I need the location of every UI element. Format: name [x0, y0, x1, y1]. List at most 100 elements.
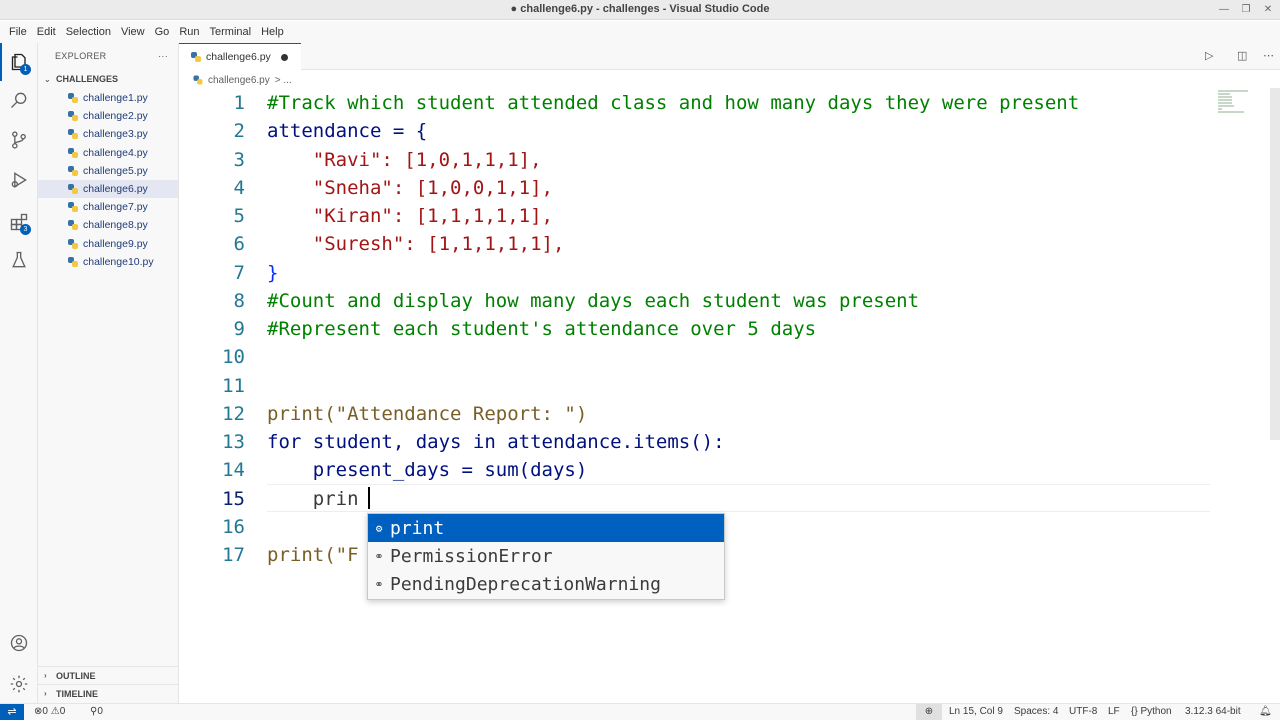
suggestion-label: PermissionError — [390, 545, 553, 567]
menu-file[interactable]: File — [4, 26, 32, 38]
chevron-right-icon: › — [44, 689, 47, 698]
file-item[interactable]: challenge2.py — [38, 107, 178, 125]
more-actions-icon[interactable]: ⋯ — [1263, 49, 1274, 62]
run-debug-icon[interactable] — [0, 161, 38, 199]
maximize-button[interactable]: ❐ — [1238, 2, 1254, 18]
code-line: 10 — [179, 343, 1280, 371]
file-label: challenge8.py — [83, 219, 148, 232]
braces-icon: {} — [1131, 706, 1138, 717]
file-item[interactable]: challenge1.py — [38, 89, 178, 107]
cursor-position[interactable]: Ln 15, Col 9 — [949, 706, 1003, 717]
code-text: #Count and display how many days each st… — [267, 289, 920, 312]
file-label: challenge6.py — [83, 183, 148, 196]
code-editor[interactable]: 1 #Track which student attended class and… — [179, 88, 1280, 703]
warning-icon: ⚠ — [50, 706, 60, 717]
file-label: challenge5.py — [83, 164, 148, 177]
breadcrumb-file[interactable]: challenge6.py — [208, 75, 270, 86]
title-bar: ● challenge6.py - challenges - Visual St… — [0, 0, 1280, 20]
breadcrumb-rest[interactable]: > ... — [275, 75, 292, 86]
menu-bar: File Edit Selection View Go Run Terminal… — [0, 21, 1280, 43]
code-line: 13 for student, days in attendance.items(… — [179, 428, 1280, 456]
problems-status[interactable]: ⊗0 ⚠0 — [34, 706, 65, 717]
code-text: prin — [267, 487, 359, 510]
code-line: 11 — [179, 372, 1280, 400]
folder-challenges[interactable]: ⌄ CHALLENGES — [38, 69, 178, 89]
notifications-bell-icon[interactable]: 🔔︎ — [1259, 706, 1272, 717]
eol-status[interactable]: LF — [1108, 706, 1120, 717]
file-item[interactable]: challenge10.py — [38, 253, 178, 271]
code-line: 5 "Kiran": [1,1,1,1,1], — [179, 202, 1280, 230]
line-number: 3 — [233, 148, 245, 171]
remote-icon[interactable]: ⇌ — [0, 704, 24, 720]
extensions-badge: 3 — [20, 224, 31, 235]
ports-status[interactable]: ⚲0 — [90, 706, 103, 717]
code-line: 14 present_days = sum(days) — [179, 456, 1280, 484]
line-number: 14 — [222, 459, 245, 482]
tab-challenge6[interactable]: challenge6.py — [179, 43, 301, 70]
python-file-icon — [193, 75, 203, 85]
run-file-icon[interactable]: ▷ — [1205, 49, 1213, 62]
code-text: print("Attendance Report: ") — [267, 402, 588, 425]
vertical-scrollbar[interactable] — [1270, 88, 1280, 440]
code-line: 9 #Represent each student's attendance ov… — [179, 315, 1280, 343]
file-item[interactable]: challenge4.py — [38, 144, 178, 162]
timeline-section[interactable]: › TIMELINE — [38, 684, 179, 702]
account-icon[interactable] — [0, 624, 38, 662]
explorer-icon[interactable]: 1 — [0, 43, 38, 81]
code-text: print("F — [267, 544, 359, 566]
suggestion-label: PendingDeprecationWarning — [390, 574, 661, 596]
split-editor-icon[interactable]: ◫ — [1237, 49, 1247, 62]
menu-view[interactable]: View — [116, 26, 150, 38]
menu-selection[interactable]: Selection — [61, 26, 116, 38]
explorer-title: EXPLORER — [55, 51, 107, 61]
menu-help[interactable]: Help — [256, 26, 289, 38]
code-text: "Kiran": [1,1,1,1,1], — [267, 205, 553, 227]
search-icon[interactable] — [0, 81, 38, 119]
chevron-down-icon: ⌄ — [44, 74, 51, 84]
editor-tabs: challenge6.py ▷ ◫ ⋯ — [179, 43, 1280, 70]
file-item[interactable]: challenge3.py — [38, 125, 178, 143]
code-line: 2 attendance = { — [179, 117, 1280, 145]
line-number: 4 — [233, 176, 245, 199]
unsaved-dot-icon[interactable] — [280, 53, 288, 61]
file-item-selected[interactable]: challenge6.py — [38, 179, 178, 199]
zoom-icon[interactable]: ⊕ — [916, 704, 942, 720]
interpreter-status[interactable]: 3.12.3 64-bit — [1185, 706, 1241, 717]
testing-icon[interactable] — [0, 241, 38, 279]
encoding-status[interactable]: UTF-8 — [1069, 706, 1097, 717]
suggestion-item-selected[interactable]: ⚙ print — [368, 514, 724, 543]
minimap[interactable] — [1218, 90, 1268, 120]
suggestion-item[interactable]: ⚭ PermissionError — [368, 542, 724, 570]
explorer-more-button[interactable]: ··· — [158, 51, 168, 61]
menu-edit[interactable]: Edit — [32, 26, 61, 38]
explorer-sidebar: EXPLORER ··· ⌄ CHALLENGES challenge1.py … — [38, 43, 179, 703]
suggestion-item[interactable]: ⚭ PendingDeprecationWarning — [368, 571, 724, 599]
menu-go[interactable]: Go — [150, 26, 175, 38]
code-line-current: 15 prin — [179, 485, 1280, 513]
source-control-icon[interactable] — [0, 121, 38, 159]
settings-gear-icon[interactable] — [0, 665, 38, 703]
line-number: 15 — [222, 487, 245, 510]
file-item[interactable]: challenge5.py — [38, 162, 178, 180]
outline-section[interactable]: › OUTLINE — [38, 666, 179, 684]
file-item[interactable]: challenge8.py — [38, 216, 178, 234]
python-file-icon — [68, 238, 78, 249]
language-mode[interactable]: {} Python — [1131, 706, 1172, 717]
outline-label: OUTLINE — [56, 670, 96, 681]
breadcrumb: challenge6.py > ... — [193, 72, 292, 88]
file-label: challenge9.py — [83, 237, 148, 250]
indentation-status[interactable]: Spaces: 4 — [1014, 706, 1058, 717]
extensions-icon[interactable]: 3 — [0, 203, 38, 241]
line-number: 5 — [233, 205, 245, 227]
line-number: 8 — [233, 289, 245, 312]
file-item[interactable]: challenge9.py — [38, 235, 178, 253]
minimize-button[interactable]: — — [1216, 2, 1232, 18]
menu-terminal[interactable]: Terminal — [205, 26, 257, 38]
menu-run[interactable]: Run — [174, 26, 204, 38]
tab-label: challenge6.py — [206, 51, 271, 63]
warning-count: 0 — [59, 706, 66, 717]
close-button[interactable]: ✕ — [1260, 2, 1276, 18]
file-item[interactable]: challenge7.py — [38, 198, 178, 216]
autocomplete-suggestions: ⚙ print ⚭ PermissionError ⚭ PendingDepre… — [367, 513, 725, 600]
line-number: 12 — [222, 402, 245, 425]
